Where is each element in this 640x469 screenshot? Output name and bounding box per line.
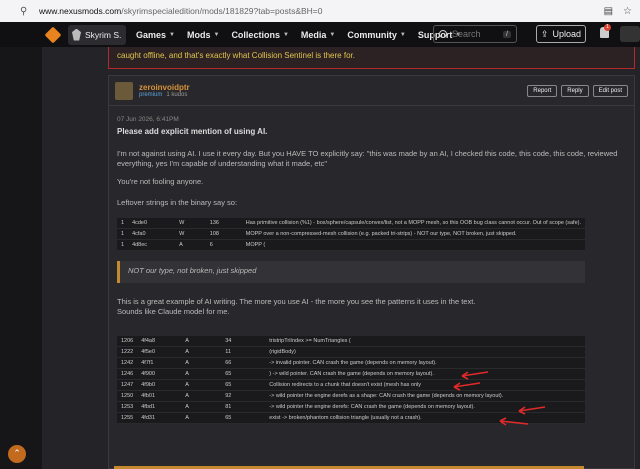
red-arrow [518,406,546,415]
red-arrow [499,417,529,426]
annotation-arrows [453,371,546,426]
scroll-to-top-button[interactable]: ⌃ [8,445,26,463]
red-arrow [453,382,481,391]
red-arrow [461,371,489,380]
